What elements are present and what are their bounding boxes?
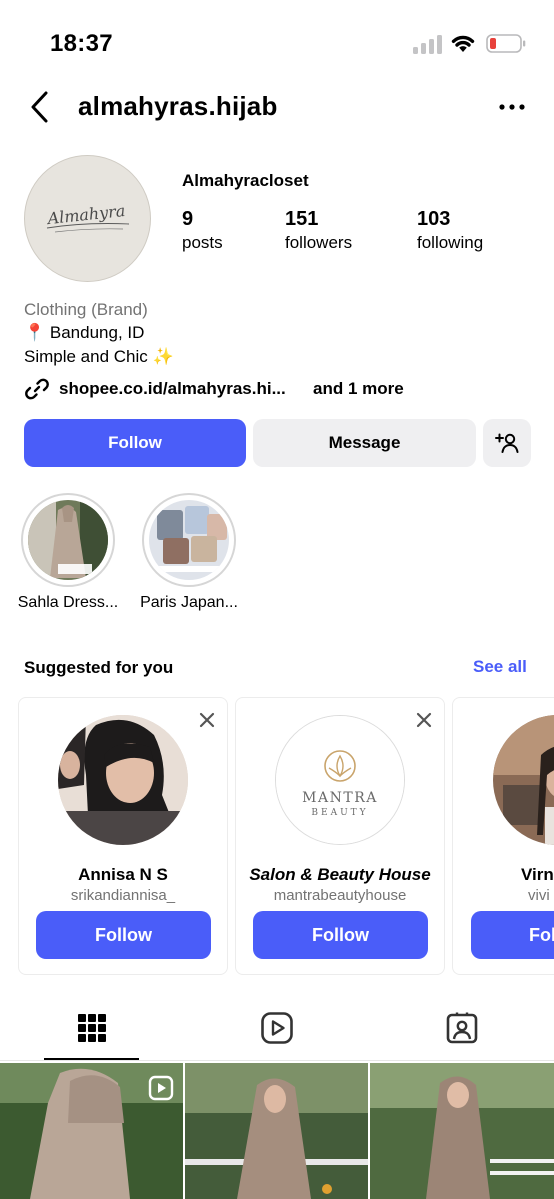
stat-posts[interactable]: 9 posts (182, 208, 223, 253)
post-thumbnail[interactable] (0, 1063, 183, 1199)
highlight-sahla-dress[interactable] (21, 493, 115, 587)
suggested-follow-button[interactable]: Follow (36, 911, 211, 959)
dismiss-icon[interactable] (199, 712, 215, 728)
suggest-people-button[interactable] (483, 419, 531, 467)
tabs-divider (0, 1060, 554, 1061)
suggested-handle: vivi (528, 887, 550, 904)
stat-followers-label: followers (285, 233, 353, 252)
reels-icon (261, 1012, 293, 1044)
cellular-signal-icon (413, 34, 443, 54)
highlight-cover-image (28, 500, 108, 580)
suggested-card[interactable]: Virn vivi Foll (452, 697, 554, 975)
avatar-logo: Almahyra (45, 201, 130, 233)
profile-header: almahyras.hijab (0, 84, 554, 130)
status-time: 18:37 (50, 30, 113, 57)
highlight-label: Paris Japan... (140, 594, 238, 611)
follow-button[interactable]: Follow (24, 419, 246, 467)
tagged-tab[interactable] (445, 1011, 479, 1045)
header-username: almahyras.hijab (78, 91, 278, 121)
profile-avatar[interactable]: Almahyra (24, 155, 151, 282)
bio-category: Clothing (Brand) (24, 300, 148, 319)
bio-location: 📍 Bandung, ID (24, 323, 145, 342)
stat-posts-count: 9 (182, 208, 194, 230)
suggested-name: Virn (521, 865, 554, 884)
dismiss-icon[interactable] (416, 712, 432, 728)
stat-following[interactable]: 103 following (417, 208, 483, 253)
add-person-icon (495, 433, 519, 453)
more-options-icon[interactable] (497, 97, 527, 117)
stat-posts-label: posts (182, 233, 223, 252)
suggested-follow-button[interactable]: Foll (471, 911, 554, 959)
bio-link-more[interactable]: and 1 more (313, 379, 404, 399)
suggested-avatar (58, 715, 188, 845)
back-arrow-icon[interactable] (27, 90, 53, 124)
suggested-avatar (493, 715, 554, 845)
stat-following-label: following (417, 233, 484, 252)
mantra-logo-subtext: BEAUTY (311, 808, 368, 818)
mantra-logo-text: MANTRA (302, 790, 378, 806)
suggested-card[interactable]: Annisa N S srikandiannisa_ Follow (18, 697, 228, 975)
highlight-paris-japan[interactable] (142, 493, 236, 587)
grid-tab[interactable] (75, 1011, 109, 1045)
highlight-cover-image (149, 500, 229, 580)
see-all-link[interactable]: See all (473, 657, 527, 677)
suggested-handle: mantrabeautyhouse (273, 887, 407, 904)
message-button[interactable]: Message (253, 419, 476, 467)
wifi-icon (451, 35, 475, 52)
stat-following-count: 103 (417, 208, 451, 230)
mantra-logo: MANTRA BEAUTY (276, 716, 404, 844)
status-bar: 18:37 (0, 0, 554, 80)
link-icon (25, 378, 49, 400)
bio-link-row[interactable]: shopee.co.id/almahyras.hi... and 1 more (24, 375, 544, 403)
battery-icon (486, 34, 526, 53)
suggested-card[interactable]: MANTRA BEAUTY Salon & Beauty House mantr… (235, 697, 445, 975)
suggested-name: Salon & Beauty House (249, 865, 431, 884)
suggested-avatar: MANTRA BEAUTY (275, 715, 405, 845)
stat-followers[interactable]: 151 followers (285, 208, 352, 253)
suggested-name: Annisa N S (78, 865, 168, 884)
grid-icon (78, 1014, 106, 1042)
suggested-title: Suggested for you (24, 658, 174, 677)
reels-tab[interactable] (260, 1011, 294, 1045)
bio-link[interactable]: shopee.co.id/almahyras.hi... (59, 379, 286, 399)
bio-description: Simple and Chic ✨ (24, 347, 174, 366)
post-thumbnail[interactable] (185, 1063, 368, 1199)
post-thumbnail[interactable] (370, 1063, 554, 1199)
suggested-handle: srikandiannisa_ (70, 887, 176, 904)
suggested-follow-button[interactable]: Follow (253, 911, 428, 959)
profile-display-name: Almahyracloset (182, 171, 309, 190)
highlight-label: Sahla Dress... (17, 594, 119, 611)
stat-followers-count: 151 (285, 208, 319, 230)
tagged-icon (446, 1012, 478, 1044)
